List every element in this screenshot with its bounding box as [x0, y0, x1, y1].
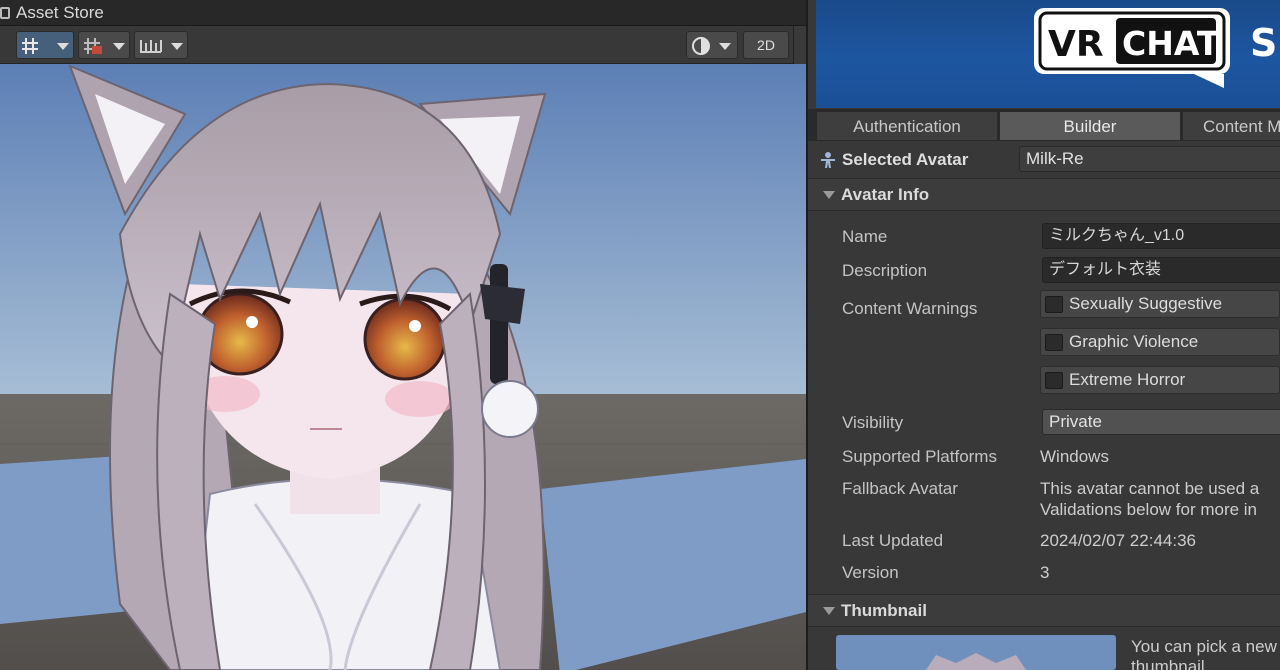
checkbox[interactable] — [1045, 334, 1063, 351]
last-updated-label: Last Updated — [842, 531, 944, 550]
vrchat-banner: VR CHAT S — [816, 0, 1280, 108]
sdk-tab-bar: Authentication Builder Content M — [808, 109, 1280, 141]
warning-extreme-horror-toggle[interactable]: Extreme Horror — [1040, 366, 1280, 394]
increment-snap-icon — [84, 38, 102, 54]
warning-label: Extreme Horror — [1069, 370, 1186, 389]
description-label: Description — [842, 261, 928, 280]
chevron-down-icon — [171, 43, 183, 50]
description-field[interactable]: デフォルト衣装 — [1042, 257, 1280, 283]
thumbnail-header[interactable]: Thumbnail — [808, 594, 1280, 627]
tab-builder[interactable]: Builder — [999, 111, 1181, 141]
asset-store-tab-label: Asset Store — [16, 3, 104, 22]
checkbox[interactable] — [1045, 372, 1063, 389]
warning-label: Graphic Violence — [1069, 332, 1199, 351]
foldout-arrow-icon — [823, 607, 835, 615]
scene-toolbar: 2D — [0, 26, 806, 64]
2d-mode-button[interactable]: 2D — [743, 31, 789, 59]
visibility-dropdown[interactable]: Private — [1042, 409, 1280, 435]
selected-avatar-label: Selected Avatar — [842, 150, 969, 169]
fallback-avatar-message-line1: This avatar cannot be used a — [1040, 479, 1260, 498]
vrchat-sdk-panel: VR CHAT S Authentication Builder Content… — [806, 0, 1280, 670]
avatar-person-icon — [821, 152, 835, 168]
thumbnail-preview[interactable] — [836, 635, 1116, 670]
increment-snap-button[interactable] — [78, 31, 130, 59]
tab-authentication[interactable]: Authentication — [816, 111, 998, 141]
chevron-down-icon — [113, 43, 125, 50]
selected-avatar-field[interactable]: Milk-Re — [1019, 146, 1280, 172]
content-warnings-label: Content Warnings — [842, 299, 978, 318]
logo-vr-text: VR — [1048, 24, 1104, 65]
warning-label: Sexually Suggestive — [1069, 294, 1223, 313]
chevron-down-icon — [57, 43, 69, 50]
lock-icon — [0, 7, 10, 19]
last-updated-value: 2024/02/07 22:44:36 — [1040, 531, 1196, 550]
ruler-button[interactable] — [134, 31, 188, 59]
name-label: Name — [842, 227, 888, 246]
ruler-icon — [140, 40, 162, 53]
thumbnail-title: Thumbnail — [841, 601, 927, 620]
logo-chat-text: CHAT — [1122, 24, 1220, 63]
thumbnail-hint-line1: You can pick a new — [1131, 637, 1277, 656]
checkbox[interactable] — [1045, 296, 1063, 313]
tab-content-manager[interactable]: Content M — [1182, 111, 1280, 141]
asset-store-tab[interactable]: Asset Store — [0, 0, 114, 26]
avatar-info-header[interactable]: Avatar Info — [808, 178, 1280, 211]
fallback-avatar-label: Fallback Avatar — [842, 479, 958, 498]
version-label: Version — [842, 563, 899, 582]
thumbnail-hint-line2: thumbnail — [1131, 657, 1205, 670]
name-field[interactable]: ミルクちゃん_v1.0 — [1042, 223, 1280, 249]
foldout-arrow-icon — [823, 191, 835, 199]
version-value: 3 — [1040, 563, 1050, 582]
scene-tab-bar: Asset Store — [0, 0, 806, 26]
warning-sexually-suggestive-toggle[interactable]: Sexually Suggestive — [1040, 290, 1280, 318]
shading-mode-button[interactable] — [686, 31, 738, 59]
scene-toolbar-edge — [793, 26, 806, 64]
logo-trailing-text: S — [1250, 21, 1277, 65]
scene-viewport[interactable] — [0, 64, 806, 670]
grid-snap-icon — [22, 38, 38, 54]
scene-view: Asset Store 2D — [0, 0, 806, 670]
warning-graphic-violence-toggle[interactable]: Graphic Violence — [1040, 328, 1280, 356]
visibility-label: Visibility — [842, 413, 904, 432]
avatar-info-title: Avatar Info — [841, 185, 930, 204]
grid-snap-button[interactable] — [16, 31, 74, 59]
shading-mode-icon — [692, 37, 710, 55]
supported-platforms-value: Windows — [1040, 447, 1109, 466]
vrchat-logo: VR CHAT S — [1034, 8, 1277, 88]
fallback-avatar-message-line2: Validations below for more in — [1040, 500, 1258, 519]
supported-platforms-label: Supported Platforms — [842, 447, 997, 466]
chevron-down-icon — [719, 43, 731, 50]
